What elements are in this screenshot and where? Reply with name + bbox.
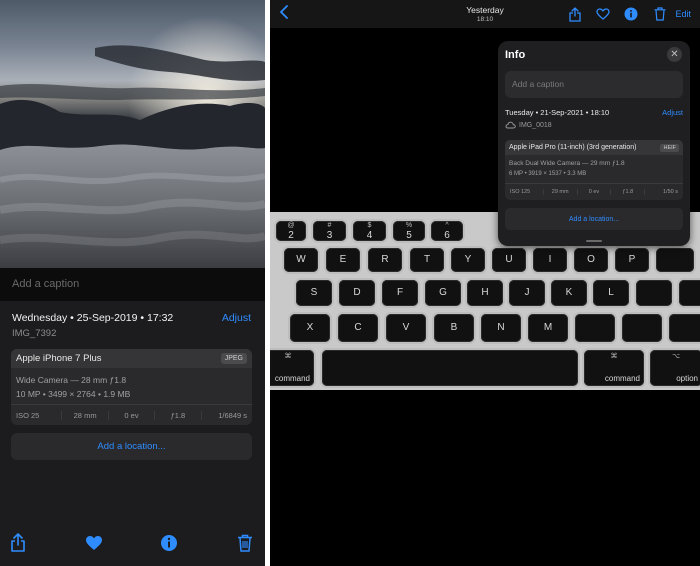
- exif-exposure-bias: 0 ev: [107, 410, 154, 420]
- exif-aperture: ƒ1.8: [610, 189, 644, 195]
- key-k: K: [551, 280, 587, 306]
- file-name: IMG_0018: [519, 121, 552, 129]
- camera-info-header: Apple iPhone 7 Plus JPEG: [11, 349, 252, 368]
- format-badge: JPEG: [220, 353, 247, 364]
- key-n: N: [481, 314, 521, 342]
- lens-info: Wide Camera — 28 mm ƒ1.8: [16, 375, 127, 385]
- add-location-label: Add a location...: [97, 441, 166, 452]
- trash-icon[interactable]: [235, 532, 255, 554]
- key-g: G: [425, 280, 461, 306]
- key-comma: [575, 314, 615, 342]
- key-3: #3: [313, 221, 346, 241]
- file-name-row: IMG_0018: [505, 121, 552, 129]
- cloud-photo[interactable]: [0, 0, 265, 268]
- key-b: B: [434, 314, 474, 342]
- file-name: IMG_7392: [12, 328, 57, 339]
- heart-outline-icon[interactable]: [595, 6, 611, 22]
- add-location-button[interactable]: Add a location...: [11, 433, 252, 460]
- exif-exposure-bias: 0 ev: [576, 189, 611, 195]
- edit-button[interactable]: Edit: [675, 9, 691, 19]
- adjust-date-button[interactable]: Adjust: [222, 312, 251, 324]
- key-h: H: [467, 280, 503, 306]
- key-y: Y: [451, 248, 485, 272]
- key-o: O: [574, 248, 608, 272]
- key-option: ⌥ option: [650, 350, 700, 386]
- key-p: P: [615, 248, 649, 272]
- top-navigation-bar: Yesterday 18:10 Edit: [270, 0, 700, 28]
- key-bracket: [656, 248, 694, 272]
- key-i: I: [533, 248, 567, 272]
- key-slash: [669, 314, 700, 342]
- camera-info-header: Apple iPad Pro (11-inch) (3rd generation…: [505, 140, 683, 155]
- exif-row: ISO 125 29 mm 0 ev ƒ1.8 1/50 s: [505, 183, 683, 200]
- key-period: [622, 314, 662, 342]
- caption-placeholder: Add a caption: [512, 79, 564, 89]
- exif-focal-length: 29 mm: [542, 189, 577, 195]
- exif-iso: ISO 25: [16, 410, 40, 420]
- key-command-left: ⌘ command: [270, 350, 314, 386]
- close-icon[interactable]: ✕: [667, 47, 682, 62]
- ipad-photo-info-screen: Yesterday 18:10 Edit @2 #3 $4 % 5 ^ 6 W E …: [270, 0, 700, 566]
- adjust-date-button[interactable]: Adjust: [662, 108, 683, 117]
- key-t: T: [410, 248, 444, 272]
- heart-icon[interactable]: [84, 532, 104, 554]
- key-e: E: [326, 248, 360, 272]
- exif-shutter-speed: 1/6849 s: [200, 410, 252, 420]
- key-r: R: [368, 248, 402, 272]
- key-m: M: [528, 314, 568, 342]
- device-name: Apple iPad Pro (11-inch) (3rd generation…: [509, 144, 637, 151]
- add-location-button[interactable]: Add a location...: [505, 208, 683, 230]
- device-name: Apple iPhone 7 Plus: [16, 353, 102, 364]
- cloud-photo-art: [0, 0, 265, 268]
- info-icon[interactable]: [623, 6, 639, 22]
- trash-icon[interactable]: [652, 6, 668, 22]
- key-f: F: [382, 280, 418, 306]
- key-x: X: [290, 314, 330, 342]
- exif-focal-length: 28 mm: [61, 410, 107, 420]
- share-icon[interactable]: [8, 532, 28, 554]
- key-c: C: [338, 314, 378, 342]
- add-location-label: Add a location...: [568, 215, 620, 223]
- image-meta: 6 MP • 3919 × 1537 • 3.3 MB: [509, 171, 587, 177]
- info-popover: Info ✕ Add a caption Tuesday • 21-Sep-20…: [498, 41, 690, 246]
- share-icon[interactable]: [567, 6, 583, 22]
- exif-iso: ISO 125: [510, 189, 531, 195]
- image-meta: 10 MP • 3499 × 2764 • 1.9 MB: [16, 389, 131, 399]
- iphone-photo-info-screen: Add a caption Wednesday • 25-Sep-2019 • …: [0, 0, 265, 566]
- key-d: D: [339, 280, 375, 306]
- key-6: ^ 6: [431, 221, 463, 241]
- key-5: % 5: [393, 221, 425, 241]
- key-u: U: [492, 248, 526, 272]
- key-4: $4: [353, 221, 386, 241]
- key-command-right: ⌘ command: [584, 350, 644, 386]
- exif-aperture: ƒ1.8: [154, 410, 200, 420]
- info-title: Info: [505, 49, 526, 61]
- key-j: J: [509, 280, 545, 306]
- icloud-icon: [505, 121, 516, 129]
- caption-field[interactable]: Add a caption: [505, 71, 683, 98]
- key-space: [322, 350, 578, 386]
- photo-date: Wednesday • 25-Sep-2019 • 17:32: [12, 312, 174, 324]
- caption-field[interactable]: Add a caption: [0, 268, 265, 301]
- key-semicolon: [636, 280, 672, 306]
- key-v: V: [386, 314, 426, 342]
- key-s: S: [296, 280, 332, 306]
- key-quote: [679, 280, 700, 306]
- caption-placeholder: Add a caption: [12, 278, 80, 290]
- key-l: L: [593, 280, 629, 306]
- key-w: W: [284, 248, 318, 272]
- info-icon[interactable]: [159, 532, 179, 554]
- info-panel: Wednesday • 25-Sep-2019 • 17:32 Adjust I…: [0, 301, 265, 523]
- format-badge: HEIF: [660, 143, 679, 152]
- lens-info: Back Dual Wide Camera — 29 mm ƒ1.8: [509, 160, 625, 167]
- camera-info-card: Apple iPhone 7 Plus JPEG Wide Camera — 2…: [11, 349, 252, 425]
- camera-info-card: Apple iPad Pro (11-inch) (3rd generation…: [505, 140, 683, 200]
- bottom-toolbar: [0, 523, 265, 566]
- key-2: @2: [276, 221, 306, 241]
- exif-row: ISO 25 28 mm 0 ev ƒ1.8 1/6849 s: [11, 404, 252, 425]
- photo-date: Tuesday • 21-Sep-2021 • 18:10: [505, 108, 610, 117]
- popover-grabber[interactable]: [586, 240, 602, 242]
- exif-shutter-speed: 1/50 s: [644, 189, 683, 195]
